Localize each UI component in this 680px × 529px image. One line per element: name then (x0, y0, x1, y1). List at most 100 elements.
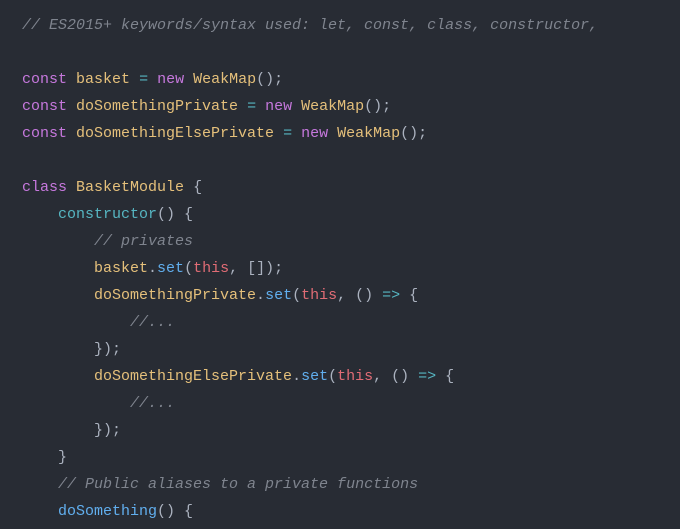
code-token: //... (130, 314, 175, 331)
code-token: // Public aliases to a private functions (58, 476, 418, 493)
code-token (328, 125, 337, 142)
code-token: WeakMap (337, 125, 400, 142)
code-token (22, 287, 94, 304)
code-token: new (157, 71, 184, 88)
code-token: doSomethingPrivate (94, 287, 256, 304)
code-token: BasketModule (76, 179, 184, 196)
code-line: } (22, 444, 680, 471)
code-token: (); (364, 98, 391, 115)
code-token: doSomething (58, 503, 157, 520)
code-token: . (148, 260, 157, 277)
code-token (184, 179, 193, 196)
code-line: // privates (22, 228, 680, 255)
code-line: constructor() { (22, 201, 680, 228)
code-line (22, 39, 680, 66)
code-line: }); (22, 417, 680, 444)
code-token: = (139, 71, 148, 88)
code-line: const doSomethingPrivate = new WeakMap()… (22, 93, 680, 120)
code-line: doSomethingElsePrivate.set(this, () => { (22, 363, 680, 390)
code-token: => (382, 287, 400, 304)
code-token: = (283, 125, 292, 142)
code-token: = (247, 98, 256, 115)
code-token (256, 98, 265, 115)
code-token (130, 71, 139, 88)
code-token (67, 125, 76, 142)
code-token: => (418, 368, 436, 385)
code-token (22, 422, 94, 439)
code-token (22, 449, 58, 466)
code-token: class (22, 179, 67, 196)
code-token (22, 314, 130, 331)
code-line: }); (22, 336, 680, 363)
code-token (22, 233, 94, 250)
code-token: () { (157, 503, 193, 520)
code-token: ( (292, 287, 301, 304)
code-token: { (436, 368, 454, 385)
code-token (22, 476, 58, 493)
code-token: }); (94, 341, 121, 358)
code-line: doSomething() { (22, 498, 680, 525)
code-token: const (22, 125, 67, 142)
code-token (274, 125, 283, 142)
code-token: this (193, 260, 229, 277)
code-token (22, 206, 58, 223)
code-line: const basket = new WeakMap(); (22, 66, 680, 93)
code-token (238, 98, 247, 115)
code-token: // ES2015+ keywords/syntax used: let, co… (22, 17, 598, 34)
code-line: doSomethingPrivate.set(this, () => { (22, 282, 680, 309)
code-token: (); (256, 71, 283, 88)
code-token (148, 71, 157, 88)
code-token (22, 395, 130, 412)
code-line: //... (22, 390, 680, 417)
code-token: { (400, 287, 418, 304)
code-token: doSomethingPrivate (76, 98, 238, 115)
code-token: . (256, 287, 265, 304)
code-token: doSomethingElsePrivate (94, 368, 292, 385)
code-token: this (337, 368, 373, 385)
code-token (67, 179, 76, 196)
code-token: doSomethingElsePrivate (76, 125, 274, 142)
code-token (292, 98, 301, 115)
code-token: } (58, 449, 67, 466)
code-token: ( (184, 260, 193, 277)
code-token (22, 260, 94, 277)
code-token (67, 98, 76, 115)
code-token: , () (337, 287, 382, 304)
code-block: // ES2015+ keywords/syntax used: let, co… (0, 0, 680, 529)
code-token (22, 341, 94, 358)
code-line: basket.set(this, []); (22, 255, 680, 282)
code-line: // ES2015+ keywords/syntax used: let, co… (22, 12, 680, 39)
code-token: ( (328, 368, 337, 385)
code-token: const (22, 98, 67, 115)
code-token: this (301, 287, 337, 304)
code-token: (); (400, 125, 427, 142)
code-token (67, 71, 76, 88)
code-token: //... (130, 395, 175, 412)
code-token: set (301, 368, 328, 385)
code-token (22, 503, 58, 520)
code-line: const doSomethingElsePrivate = new WeakM… (22, 120, 680, 147)
code-token: constructor (58, 206, 157, 223)
code-token: new (265, 98, 292, 115)
code-token: { (193, 179, 202, 196)
code-token: () { (157, 206, 193, 223)
code-token: basket (94, 260, 148, 277)
code-token: WeakMap (301, 98, 364, 115)
code-token: new (301, 125, 328, 142)
code-token: WeakMap (193, 71, 256, 88)
code-token (292, 125, 301, 142)
code-line (22, 147, 680, 174)
code-token (22, 368, 94, 385)
code-token: , () (373, 368, 418, 385)
code-line: // Public aliases to a private functions (22, 471, 680, 498)
code-line: class BasketModule { (22, 174, 680, 201)
code-token: set (265, 287, 292, 304)
code-token (184, 71, 193, 88)
code-token: . (292, 368, 301, 385)
code-line: //... (22, 309, 680, 336)
code-token: }); (94, 422, 121, 439)
code-token: // privates (94, 233, 193, 250)
code-token: , []); (229, 260, 283, 277)
code-token: basket (76, 71, 130, 88)
code-token: const (22, 71, 67, 88)
